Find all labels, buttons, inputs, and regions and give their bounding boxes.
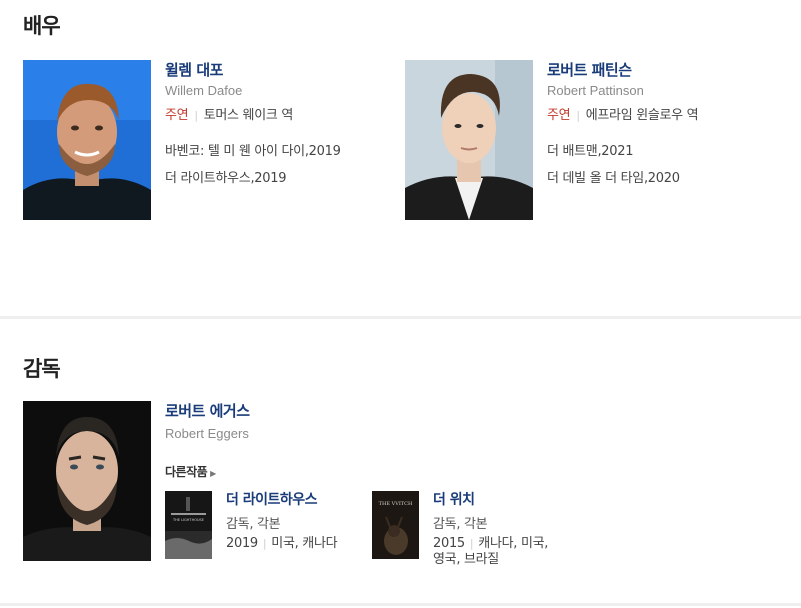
section-divider <box>0 316 801 319</box>
film-role: 감독, 각본 <box>433 517 488 532</box>
separator: | <box>469 537 474 550</box>
actor-work[interactable]: 더 데빌 올 더 타임,2020 <box>547 167 680 186</box>
film-title[interactable]: 더 라이트하우스 <box>226 489 318 509</box>
actor-name-ko[interactable]: 윌렘 대포 <box>165 59 223 80</box>
film-poster[interactable]: THE LIGHTHOUSE <box>165 491 212 559</box>
film-meta: 2019 | 미국, 캐나다 <box>226 536 348 552</box>
film-year: 2015 <box>433 536 465 551</box>
director-name-ko[interactable]: 로버트 에거스 <box>165 400 250 421</box>
actor-name-en: Robert Pattinson <box>547 83 644 98</box>
film-poster[interactable]: THE VVITCH <box>372 491 419 559</box>
film-meta: 2015 | 캐나다, 미국, 영국, 브라질 <box>433 536 555 568</box>
role-type: 주연 <box>547 108 571 123</box>
actor-work[interactable]: 더 라이트하우스,2019 <box>165 167 286 186</box>
actor-role: 주연 | 토머스 웨이크 역 <box>165 104 293 123</box>
section-title-actors: 배우 <box>23 14 61 38</box>
actor-photo-robert-pattinson[interactable] <box>405 60 533 220</box>
actor-name-ko[interactable]: 로버트 패틴슨 <box>547 59 632 80</box>
poster-title-text: THE VVITCH <box>379 501 413 507</box>
actor-photo-willem-dafoe[interactable] <box>23 60 151 220</box>
section-title-director: 감독 <box>23 357 61 381</box>
film-year: 2019 <box>226 536 258 551</box>
separator: | <box>194 109 198 122</box>
separator: | <box>262 537 267 550</box>
director-photo-robert-eggers[interactable] <box>23 401 151 561</box>
film-role: 감독, 각본 <box>226 517 281 532</box>
actor-name-en: Willem Dafoe <box>165 83 243 98</box>
section-divider <box>0 603 801 606</box>
role-name: 토머스 웨이크 역 <box>203 108 294 123</box>
actor-work[interactable]: 더 배트맨,2021 <box>547 140 634 159</box>
poster-title-text: THE LIGHTHOUSE <box>172 518 204 522</box>
separator: | <box>576 109 580 122</box>
role-type: 주연 <box>165 108 189 123</box>
chevron-right-icon: ▶ <box>210 469 216 478</box>
other-works-label: 다른작품 <box>165 465 208 479</box>
film-title[interactable]: 더 위치 <box>433 489 475 509</box>
actor-work[interactable]: 바벤코: 텔 미 웬 아이 다이,2019 <box>165 140 341 159</box>
film-country: 미국, 캐나다 <box>271 536 338 551</box>
actor-role: 주연 | 에프라임 윈슬로우 역 <box>547 104 699 123</box>
other-works-link[interactable]: 다른작품 ▶ <box>165 463 216 480</box>
director-name-en: Robert Eggers <box>165 426 249 441</box>
role-name: 에프라임 윈슬로우 역 <box>585 108 699 123</box>
